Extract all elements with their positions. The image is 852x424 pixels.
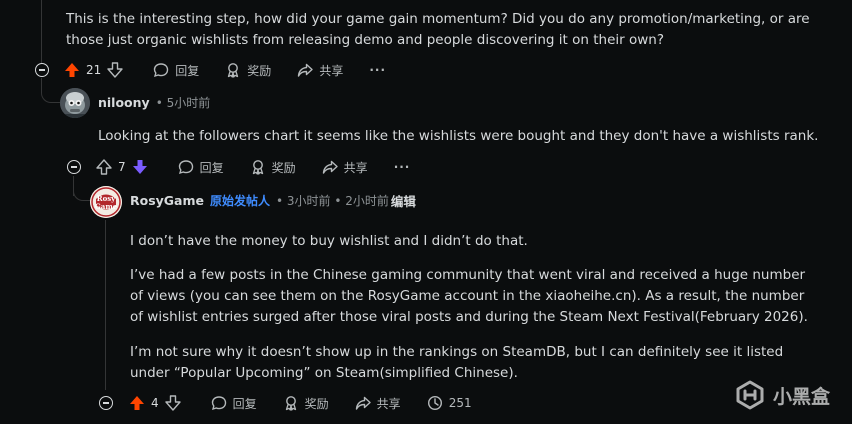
thread-line[interactable] [41,0,42,64]
reply-icon [211,395,227,411]
insights-icon [427,395,443,411]
avatar[interactable]: Rosy Game [90,186,122,218]
award-icon [225,62,241,78]
comment-actions: 4 回复 奖励 共享 251 [129,391,498,415]
comment-line: I’ve had a few posts in the Chinese gami… [130,267,806,283]
share-icon [322,159,338,175]
share-icon [355,395,371,411]
comment-line: under “Popular Upcoming” on Steam(simpli… [130,365,518,381]
comment-paragraph: I’ve had a few posts in the Chinese gami… [130,265,840,328]
comment-line: those just organic wishlists from releas… [66,32,665,48]
award-button[interactable]: 奖励 [225,62,271,79]
share-label: 共享 [343,160,368,175]
collapse-button[interactable] [99,396,113,410]
comment-paragraph: I don’t have the money to buy wishlist a… [130,231,840,252]
more-icon: ··· [393,160,411,174]
comment-header: niloony • 5小时前 [98,94,210,111]
comment-paragraph: I’m not sure why it doesn’t show up in t… [130,342,840,384]
collapse-button[interactable] [35,63,49,77]
more-options-button[interactable]: ··· [369,63,386,77]
award-button[interactable]: 奖励 [283,395,329,412]
reply-button[interactable]: 回复 [178,159,224,176]
collapse-button[interactable] [67,160,81,174]
award-label: 奖励 [271,160,296,175]
award-label: 奖励 [304,396,329,411]
vote-group: 21 [64,62,123,78]
reply-icon [178,159,194,175]
award-icon [283,395,299,411]
vote-group: 4 [129,395,181,411]
watermark-text: 小黑盒 [772,385,830,408]
comment-line: I don’t have the money to buy wishlist a… [130,233,528,249]
username[interactable]: RosyGame [130,193,204,208]
reply-icon [153,62,169,78]
vote-group: 7 [96,159,148,175]
share-button[interactable]: 共享 [297,62,343,79]
comment-actions: 21 回复 奖励 共享 ··· [64,58,412,82]
username[interactable]: niloony [98,95,150,110]
reply-button[interactable]: 回复 [211,395,257,412]
more-options-button[interactable]: ··· [394,160,411,174]
avatar-logo-text: Rosy Game [94,194,118,211]
watermark: 小黑盒 [735,380,830,410]
comment-line: of wishlist entries surged after those v… [130,309,808,325]
share-label: 共享 [376,396,401,411]
award-button[interactable]: 奖励 [250,159,296,176]
downvote-icon[interactable] [132,159,148,175]
share-button[interactable]: 共享 [322,159,368,176]
reply-label: 回复 [199,160,224,175]
comment-line: This is the interesting step, how did yo… [66,11,810,27]
reply-button[interactable]: 回复 [153,62,199,79]
share-label: 共享 [319,63,344,78]
upvote-icon[interactable] [64,62,80,78]
edited-label: 编辑 [390,194,416,209]
award-label: 奖励 [247,63,272,78]
score: 4 [151,396,159,410]
thread-line[interactable] [105,220,106,390]
share-icon [297,62,314,78]
score: 7 [118,160,126,174]
comment-actions: 7 回复 奖励 共享 ··· [96,155,436,179]
upvote-icon[interactable] [129,395,145,411]
share-button[interactable]: 共享 [355,395,401,412]
comment-body: This is the interesting step, how did yo… [66,9,826,51]
comment-thread: This is the interesting step, how did yo… [0,0,852,424]
timestamp: • 5小时前 [155,96,211,110]
comment-line: of views (you can see them on the RosyGa… [130,288,805,304]
timestamp: • 3小时前 • 2小时前 [276,194,389,208]
downvote-icon[interactable] [107,62,123,78]
comment-line: I’m not sure why it doesn’t show up in t… [130,344,784,360]
downvote-icon[interactable] [164,395,181,411]
op-badge: 原始发帖人 [210,194,271,208]
comment-header: RosyGame 原始发帖人 • 3小时前 • 2小时前 编辑 [130,191,416,210]
heybox-logo-icon [735,380,765,410]
comment-body: Looking at the followers chart it seems … [98,128,819,144]
more-icon: ··· [369,63,387,77]
reply-label: 回复 [232,396,257,411]
thread-elbow [41,78,60,103]
views-count: 251 [448,396,472,410]
insights-button[interactable]: 251 [427,395,472,411]
avatar[interactable] [60,88,90,118]
reply-label: 回复 [175,63,200,78]
upvote-icon[interactable] [96,159,112,175]
score: 21 [86,63,102,77]
award-icon [250,159,266,175]
